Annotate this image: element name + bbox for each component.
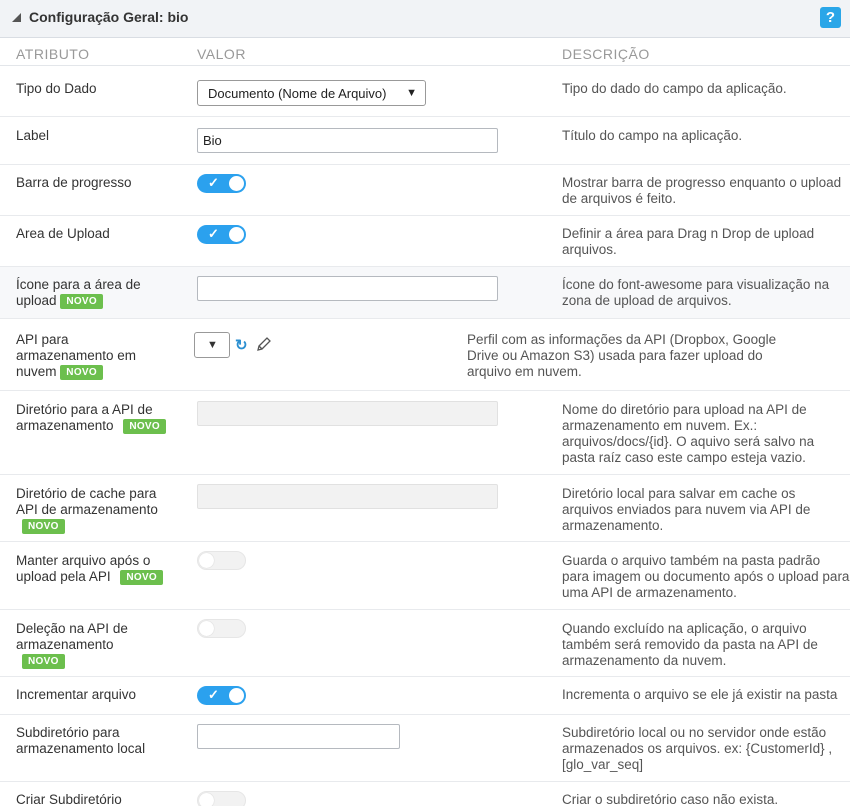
row-diretorio-cache: Diretório de cache para API de armazenam… (0, 475, 850, 542)
new-badge: NOVO (123, 418, 166, 434)
check-icon: ✓ (208, 226, 219, 241)
api-directory-input[interactable] (197, 401, 498, 426)
chevron-down-icon: ▼ (207, 339, 218, 351)
description: Quando excluído na aplicação, o arquivo … (562, 621, 818, 668)
description: Incrementa o arquivo se ele já existir n… (562, 687, 838, 702)
icon-input[interactable] (197, 276, 498, 301)
check-icon: ✓ (208, 175, 219, 190)
description: Ícone do font-awesome para visualização … (562, 277, 830, 308)
description: Definir a área para Drag n Drop de uploa… (562, 226, 815, 257)
new-badge: NOVO (120, 569, 164, 585)
row-subdiretorio: Subdiretório para armazenamento local Su… (0, 715, 850, 782)
column-description: DESCRIÇÃO (562, 46, 650, 62)
increment-file-toggle[interactable]: ✓ (197, 686, 246, 705)
collapse-triangle-icon[interactable] (12, 13, 21, 22)
attribute-label: Deleção na API de armazenamento NOVO (16, 621, 146, 669)
attribute-label: API para armazenamento em nuvem NOVO (16, 332, 156, 380)
attribute-text: Deleção na API de armazenamento (16, 621, 128, 652)
label-input[interactable]: Bio (197, 128, 498, 153)
row-label: Label Bio Título do campo na aplicação. (0, 117, 850, 165)
attribute-label: Diretório de cache para API de armazenam… (16, 486, 171, 534)
description: Tipo do dado do campo da aplicação. (562, 81, 787, 96)
description: Nome do diretório para upload na API de … (562, 402, 815, 465)
attribute-label: Tipo do Dado (16, 81, 97, 96)
check-icon: ✓ (208, 687, 219, 702)
attribute-label: Area de Upload (16, 226, 110, 241)
column-attribute: ATRIBUTO (16, 46, 90, 62)
attribute-label: Criar Subdiretório (16, 792, 122, 806)
row-area-de-upload: Area de Upload ✓ Definir a área para Dra… (0, 216, 850, 267)
data-type-select[interactable]: Documento (Nome de Arquivo) ▼ (197, 80, 426, 106)
description: Título do campo na aplicação. (562, 128, 743, 143)
toggle-knob (229, 227, 244, 242)
row-delecao-api: Deleção na API de armazenamento NOVO Qua… (0, 610, 850, 677)
section-title: Configuração Geral: bio (29, 9, 189, 25)
row-diretorio-api: Diretório para a API de armazenamento NO… (0, 391, 850, 475)
edit-pencil-icon[interactable] (256, 336, 272, 352)
section-header: Configuração Geral: bio ? (0, 0, 850, 38)
api-deletion-toggle[interactable] (197, 619, 246, 638)
column-header: ATRIBUTO VALOR DESCRIÇÃO (0, 38, 850, 66)
attribute-label: Barra de progresso (16, 175, 132, 190)
toggle-knob (229, 176, 244, 191)
attribute-label: Manter arquivo após o upload pela API NO… (16, 553, 166, 585)
description: Mostrar barra de progresso enquanto o up… (562, 175, 842, 206)
keep-file-toggle[interactable] (197, 551, 246, 570)
refresh-icon[interactable]: ↻ (235, 336, 248, 354)
subdirectory-input[interactable] (197, 724, 400, 749)
toggle-knob (229, 688, 244, 703)
api-profile-select[interactable]: ▼ (194, 332, 230, 358)
select-value: Documento (Nome de Arquivo) (208, 86, 387, 101)
description: Subdiretório local ou no servidor onde e… (562, 725, 833, 772)
attribute-label: Incrementar arquivo (16, 687, 137, 702)
description: Diretório local para salvar em cache os … (562, 486, 811, 533)
column-value: VALOR (197, 46, 246, 62)
cache-directory-input[interactable] (197, 484, 498, 509)
description: Criar o subdiretório caso não exista. (562, 792, 779, 806)
description: Perfil com as informações da API (Dropbo… (467, 332, 777, 379)
progress-bar-toggle[interactable]: ✓ (197, 174, 246, 193)
attribute-label: Label (16, 128, 50, 143)
create-subdirectory-toggle[interactable] (197, 791, 246, 806)
new-badge: NOVO (22, 518, 65, 534)
attribute-label: Diretório para a API de armazenamento NO… (16, 402, 166, 434)
upload-area-toggle[interactable]: ✓ (197, 225, 246, 244)
row-api-armazenamento: API para armazenamento em nuvem NOVO ▼ ↻… (0, 319, 850, 391)
help-button[interactable]: ? (820, 7, 841, 28)
row-manter-arquivo: Manter arquivo após o upload pela API NO… (0, 542, 850, 610)
attribute-label: Ícone para a área de upload NOVO (16, 277, 176, 309)
toggle-knob (199, 621, 214, 636)
row-tipo-do-dado: Tipo do Dado Documento (Nome de Arquivo)… (0, 67, 850, 117)
attribute-text: Diretório de cache para API de armazenam… (16, 486, 158, 517)
new-badge: NOVO (22, 653, 65, 669)
description: Guarda o arquivo também na pasta padrão … (562, 553, 850, 600)
row-barra-de-progresso: Barra de progresso ✓ Mostrar barra de pr… (0, 165, 850, 216)
toggle-knob (199, 793, 214, 806)
row-icone-area-upload: Ícone para a área de upload NOVO Ícone d… (0, 267, 850, 319)
new-badge: NOVO (60, 293, 103, 309)
chevron-down-icon: ▼ (406, 87, 417, 99)
row-incrementar-arquivo: Incrementar arquivo ✓ Incrementa o arqui… (0, 677, 850, 715)
toggle-knob (199, 553, 214, 568)
new-badge: NOVO (60, 364, 103, 380)
attribute-label: Subdiretório para armazenamento local (16, 725, 146, 756)
row-criar-subdiretorio: Criar Subdiretório Criar o subdiretório … (0, 782, 850, 806)
